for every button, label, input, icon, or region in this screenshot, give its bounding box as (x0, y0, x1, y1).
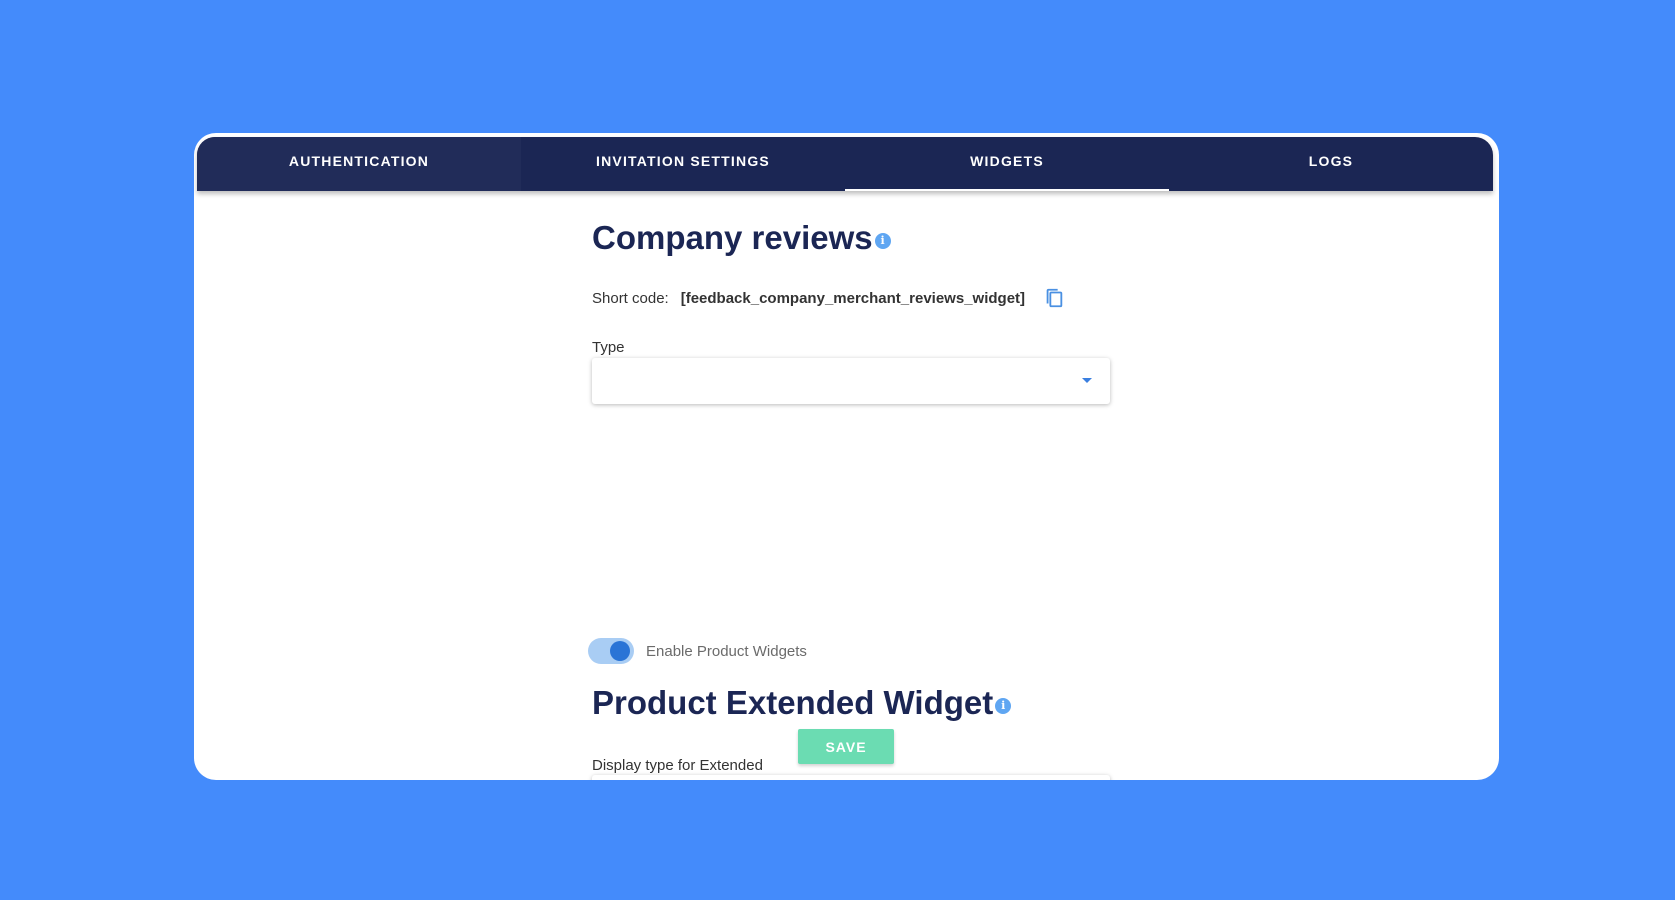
company-reviews-title: Company reviews i (592, 219, 891, 257)
tab-label: AUTHENTICATION (288, 153, 430, 169)
enable-product-widgets-toggle-row[interactable]: Enable Product Widgets (588, 638, 807, 664)
shortcode-value: [feedback_company_merchant_reviews_widge… (680, 289, 1026, 307)
company-reviews-title-text: Company reviews (592, 219, 873, 256)
tab-bar: AUTHENTICATION INVITATION SETTINGS WIDGE… (197, 137, 1493, 191)
product-extended-widget-title: Product Extended Widget i (592, 684, 1012, 722)
info-icon[interactable]: i (995, 698, 1012, 714)
tab-label: LOGS (1308, 153, 1354, 169)
shortcode-row: Short code: [feedback_company_merchant_r… (592, 287, 1065, 309)
save-button[interactable]: SAVE (798, 729, 894, 764)
caret-down-icon (1082, 378, 1092, 383)
enable-product-widgets-toggle[interactable] (588, 638, 634, 664)
tab-label: WIDGETS (970, 153, 1044, 169)
tab-authentication[interactable]: AUTHENTICATION (197, 137, 521, 191)
display-type-label: Display type for Extended (592, 757, 763, 774)
settings-card: AUTHENTICATION INVITATION SETTINGS WIDGE… (194, 133, 1499, 780)
shortcode-label: Short code: (592, 289, 669, 307)
type-select[interactable] (592, 358, 1110, 404)
tab-invitation-settings[interactable]: INVITATION SETTINGS (521, 137, 845, 191)
tab-logs[interactable]: LOGS (1169, 137, 1493, 191)
toggle-knob (610, 641, 630, 661)
copy-icon[interactable] (1043, 287, 1065, 309)
info-icon[interactable]: i (874, 233, 891, 249)
tab-widgets[interactable]: WIDGETS (845, 137, 1169, 191)
product-extended-widget-title-text: Product Extended Widget (592, 684, 994, 721)
display-type-select[interactable] (592, 775, 1110, 780)
enable-product-widgets-label: Enable Product Widgets (646, 642, 807, 660)
type-label: Type (592, 339, 625, 356)
tab-label: INVITATION SETTINGS (596, 153, 770, 169)
